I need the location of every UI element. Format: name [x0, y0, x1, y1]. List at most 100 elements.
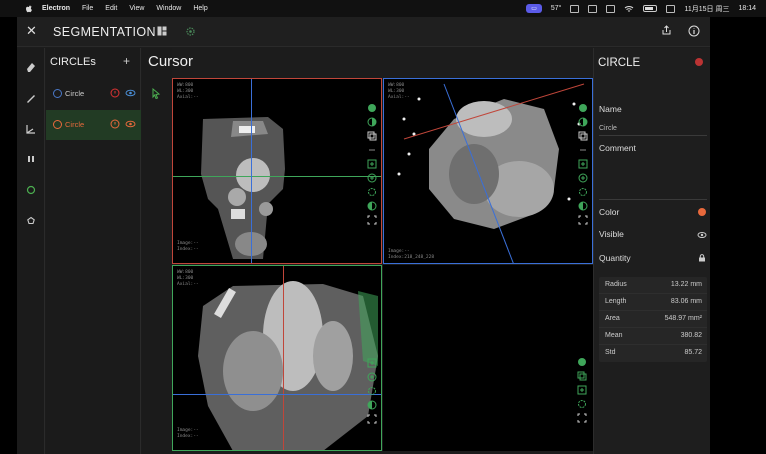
crosshair-horizontal[interactable]: [173, 176, 381, 177]
add-circle-icon[interactable]: [367, 173, 377, 183]
invert-icon[interactable]: [578, 201, 588, 211]
layers-icon[interactable]: [577, 371, 587, 381]
viewport-info-top: WW:800 WL:300 Axial:--: [177, 270, 199, 287]
rotate-icon[interactable]: [578, 103, 588, 113]
list-item-circle-2[interactable]: Circle: [46, 110, 141, 140]
reset-icon[interactable]: [367, 187, 377, 197]
table-row: Length 83.06 mm: [599, 294, 707, 311]
viewport-info-bottom: Image:-- Index:218_248_228: [388, 249, 435, 260]
segmentation-list-title: CIRCLEs: [50, 56, 96, 68]
contrast-icon[interactable]: [367, 117, 377, 127]
menu-window[interactable]: Window: [156, 5, 181, 12]
reset-icon[interactable]: [367, 386, 377, 396]
layers-icon[interactable]: [578, 131, 588, 141]
cursor-pointer-icon[interactable]: [152, 88, 161, 99]
add-circle-icon[interactable]: [367, 372, 377, 382]
segment-label: Circle: [65, 120, 85, 129]
oblique-ct-image: [397, 83, 585, 263]
angle-icon[interactable]: [24, 122, 38, 136]
name-input[interactable]: Circle: [599, 125, 617, 132]
lock-icon[interactable]: [698, 254, 706, 262]
tool-sidebar: [17, 48, 45, 454]
viewport-axial[interactable]: WW:800 WL:300 Axial:-- Image:-- Index:--: [172, 78, 382, 264]
minus-icon[interactable]: [367, 145, 377, 155]
zoom-in-icon[interactable]: [578, 159, 588, 169]
brush-icon[interactable]: [24, 91, 38, 105]
viewport-3d[interactable]: [383, 265, 593, 451]
export-icon[interactable]: [661, 25, 672, 36]
segment-color-dot: [53, 120, 62, 129]
invert-icon[interactable]: [367, 400, 377, 410]
zoom-in-icon[interactable]: [367, 358, 377, 368]
viewport-info-top: WW:800 WL:300 Axial:--: [388, 83, 410, 100]
menubar-date[interactable]: 11月15日 周三: [684, 4, 729, 14]
viewport-oblique[interactable]: WW:800 WL:300 Axial:-- Image:-- Index:21…: [383, 78, 593, 264]
weather-temperature[interactable]: 57°: [551, 5, 562, 12]
invert-icon[interactable]: [367, 201, 377, 211]
viewport-toolbar: [578, 103, 590, 225]
circle-tool-icon[interactable]: [24, 183, 38, 197]
contrast-icon[interactable]: [578, 117, 588, 127]
control-center-icon[interactable]: [666, 4, 676, 13]
add-segmentation-button[interactable]: +: [123, 54, 130, 68]
eraser-icon[interactable]: [24, 60, 38, 74]
add-circle-icon[interactable]: [578, 173, 588, 183]
layout-grid-icon[interactable]: [157, 26, 167, 36]
reset-icon[interactable]: [577, 399, 587, 409]
close-icon[interactable]: ✕: [26, 24, 38, 37]
reset-icon[interactable]: [578, 187, 588, 197]
system-menu-bar: Electron File Edit View Window Help ▭ 57…: [0, 0, 766, 17]
cursor-column: [142, 48, 172, 454]
viewport-info-bottom: Image:-- Index:--: [177, 241, 199, 252]
zoom-in-icon[interactable]: [577, 385, 587, 395]
comment-input[interactable]: [599, 158, 707, 198]
comment-label: Comment: [599, 143, 636, 153]
lock-toggle-icon[interactable]: [110, 119, 120, 129]
delete-segment-icon[interactable]: [695, 58, 703, 66]
properties-panel: CIRCLE Name Circle Comment Color Visible…: [593, 48, 710, 454]
name-input-underline: [599, 135, 707, 136]
fullscreen-icon[interactable]: [367, 414, 377, 424]
table-row: Std 85.72: [605, 349, 702, 356]
crosshair-vertical[interactable]: [251, 79, 252, 263]
info-icon[interactable]: [688, 25, 700, 37]
fullscreen-icon[interactable]: [578, 215, 588, 225]
fullscreen-icon[interactable]: [577, 413, 587, 423]
fullscreen-icon[interactable]: [367, 215, 377, 225]
menu-file[interactable]: File: [82, 5, 93, 12]
table-row: Radius 13.22 mm: [599, 277, 707, 294]
menu-edit[interactable]: Edit: [105, 5, 117, 12]
viewport-toolbar: [367, 358, 379, 424]
crosshair-horizontal[interactable]: [173, 394, 381, 395]
status-app-icon[interactable]: [570, 4, 580, 13]
lock-toggle-icon[interactable]: [110, 88, 120, 98]
menu-view[interactable]: View: [129, 5, 144, 12]
apple-logo-icon[interactable]: [24, 4, 34, 14]
list-item-circle-1[interactable]: Circle: [46, 79, 141, 109]
viewport-coronal[interactable]: WW:800 WL:300 Axial:-- Image:-- Index:--: [172, 265, 382, 451]
menubar-app-name[interactable]: Electron: [42, 5, 70, 12]
rotate-icon[interactable]: [577, 357, 587, 367]
crosshair-vertical[interactable]: [283, 266, 284, 450]
screen-record-icon[interactable]: ▭: [526, 4, 542, 13]
axial-ct-image: [201, 117, 285, 259]
battery-icon[interactable]: [643, 5, 658, 12]
color-swatch[interactable]: [698, 208, 706, 216]
name-label: Name: [599, 104, 622, 114]
polygon-tool-icon[interactable]: [24, 214, 38, 228]
menubar-time[interactable]: 18:14: [738, 5, 756, 12]
visibility-eye-icon[interactable]: [697, 231, 707, 239]
menu-help[interactable]: Help: [193, 5, 207, 12]
rotate-icon[interactable]: [367, 103, 377, 113]
status-app-icon[interactable]: [588, 4, 598, 13]
visibility-eye-icon[interactable]: [125, 119, 136, 129]
status-app-icon[interactable]: [606, 4, 616, 13]
layers-icon[interactable]: [367, 131, 377, 141]
zoom-in-icon[interactable]: [367, 159, 377, 169]
wifi-icon[interactable]: [624, 5, 634, 13]
pause-icon[interactable]: [24, 152, 38, 166]
gear-icon[interactable]: [185, 26, 196, 37]
visibility-eye-icon[interactable]: [125, 88, 136, 98]
viewport-toolbar: [577, 357, 589, 423]
minus-icon[interactable]: [578, 145, 588, 155]
